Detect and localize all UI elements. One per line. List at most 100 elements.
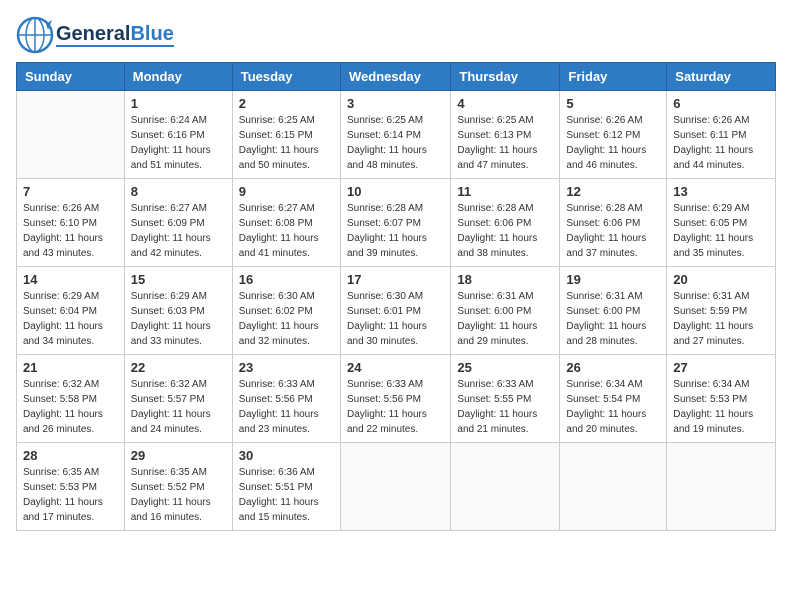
calendar-day-cell: 9 Sunrise: 6:27 AM Sunset: 6:08 PM Daylig… (232, 179, 340, 267)
logo-icon (16, 16, 54, 54)
day-info: Sunrise: 6:31 AM Sunset: 5:59 PM Dayligh… (673, 289, 769, 349)
calendar-day-cell: 2 Sunrise: 6:25 AM Sunset: 6:15 PM Daylig… (232, 91, 340, 179)
day-number: 13 (673, 184, 769, 199)
day-number: 6 (673, 96, 769, 111)
calendar-day-cell: 24 Sunrise: 6:33 AM Sunset: 5:56 PM Dayli… (340, 355, 450, 443)
calendar-day-cell (451, 443, 560, 531)
calendar-week-row: 14Sunrise: 6:29 AM Sunset: 6:04 PM Dayli… (17, 267, 776, 355)
day-number: 9 (239, 184, 334, 199)
day-number: 30 (239, 448, 334, 463)
day-info: Sunrise: 6:29 AM Sunset: 6:05 PM Dayligh… (673, 201, 769, 261)
day-info: Sunrise: 6:25 AM Sunset: 6:14 PM Dayligh… (347, 113, 444, 173)
calendar-day-cell (560, 443, 667, 531)
calendar-table: SundayMondayTuesdayWednesdayThursdayFrid… (16, 62, 776, 531)
day-number: 25 (457, 360, 553, 375)
day-number: 15 (131, 272, 226, 287)
weekday-header: Sunday (17, 63, 125, 91)
day-number: 28 (23, 448, 118, 463)
day-number: 10 (347, 184, 444, 199)
weekday-header: Saturday (667, 63, 776, 91)
calendar-week-row: 1 Sunrise: 6:24 AM Sunset: 6:16 PM Daylig… (17, 91, 776, 179)
calendar-day-cell: 19Sunrise: 6:31 AM Sunset: 6:00 PM Dayli… (560, 267, 667, 355)
day-number: 26 (566, 360, 660, 375)
calendar-day-cell: 25 Sunrise: 6:33 AM Sunset: 5:55 PM Dayli… (451, 355, 560, 443)
day-number: 12 (566, 184, 660, 199)
day-info: Sunrise: 6:25 AM Sunset: 6:13 PM Dayligh… (457, 113, 553, 173)
day-number: 5 (566, 96, 660, 111)
day-info: Sunrise: 6:26 AM Sunset: 6:11 PM Dayligh… (673, 113, 769, 173)
day-info: Sunrise: 6:25 AM Sunset: 6:15 PM Dayligh… (239, 113, 334, 173)
calendar-day-cell: 3 Sunrise: 6:25 AM Sunset: 6:14 PM Daylig… (340, 91, 450, 179)
day-number: 29 (131, 448, 226, 463)
calendar-day-cell: 21 Sunrise: 6:32 AM Sunset: 5:58 PM Dayli… (17, 355, 125, 443)
day-number: 8 (131, 184, 226, 199)
day-info: Sunrise: 6:29 AM Sunset: 6:03 PM Dayligh… (131, 289, 226, 349)
day-number: 16 (239, 272, 334, 287)
day-number: 1 (131, 96, 226, 111)
day-info: Sunrise: 6:28 AM Sunset: 6:07 PM Dayligh… (347, 201, 444, 261)
calendar-day-cell: 10 Sunrise: 6:28 AM Sunset: 6:07 PM Dayli… (340, 179, 450, 267)
day-number: 7 (23, 184, 118, 199)
day-number: 18 (457, 272, 553, 287)
day-info: Sunrise: 6:27 AM Sunset: 6:08 PM Dayligh… (239, 201, 334, 261)
day-info: Sunrise: 6:30 AM Sunset: 6:02 PM Dayligh… (239, 289, 334, 349)
calendar-day-cell: 13 Sunrise: 6:29 AM Sunset: 6:05 PM Dayli… (667, 179, 776, 267)
calendar-day-cell: 11 Sunrise: 6:28 AM Sunset: 6:06 PM Dayli… (451, 179, 560, 267)
calendar-day-cell: 23 Sunrise: 6:33 AM Sunset: 5:56 PM Dayli… (232, 355, 340, 443)
day-number: 21 (23, 360, 118, 375)
day-number: 23 (239, 360, 334, 375)
calendar-week-row: 7 Sunrise: 6:26 AM Sunset: 6:10 PM Daylig… (17, 179, 776, 267)
day-info: Sunrise: 6:35 AM Sunset: 5:53 PM Dayligh… (23, 465, 118, 525)
calendar-day-cell: 28 Sunrise: 6:35 AM Sunset: 5:53 PM Dayli… (17, 443, 125, 531)
day-info: Sunrise: 6:32 AM Sunset: 5:57 PM Dayligh… (131, 377, 226, 437)
calendar-week-row: 21 Sunrise: 6:32 AM Sunset: 5:58 PM Dayli… (17, 355, 776, 443)
day-info: Sunrise: 6:28 AM Sunset: 6:06 PM Dayligh… (457, 201, 553, 261)
day-number: 27 (673, 360, 769, 375)
day-number: 24 (347, 360, 444, 375)
logo-text: GeneralBlue (56, 23, 174, 45)
day-info: Sunrise: 6:33 AM Sunset: 5:55 PM Dayligh… (457, 377, 553, 437)
calendar-day-cell (340, 443, 450, 531)
day-info: Sunrise: 6:29 AM Sunset: 6:04 PM Dayligh… (23, 289, 118, 349)
calendar-day-cell: 8 Sunrise: 6:27 AM Sunset: 6:09 PM Daylig… (124, 179, 232, 267)
calendar-week-row: 28 Sunrise: 6:35 AM Sunset: 5:53 PM Dayli… (17, 443, 776, 531)
day-info: Sunrise: 6:27 AM Sunset: 6:09 PM Dayligh… (131, 201, 226, 261)
calendar-day-cell (667, 443, 776, 531)
day-info: Sunrise: 6:34 AM Sunset: 5:54 PM Dayligh… (566, 377, 660, 437)
calendar-day-cell: 1 Sunrise: 6:24 AM Sunset: 6:16 PM Daylig… (124, 91, 232, 179)
day-info: Sunrise: 6:31 AM Sunset: 6:00 PM Dayligh… (566, 289, 660, 349)
day-info: Sunrise: 6:32 AM Sunset: 5:58 PM Dayligh… (23, 377, 118, 437)
calendar-day-cell: 20 Sunrise: 6:31 AM Sunset: 5:59 PM Dayli… (667, 267, 776, 355)
day-info: Sunrise: 6:30 AM Sunset: 6:01 PM Dayligh… (347, 289, 444, 349)
weekday-header: Wednesday (340, 63, 450, 91)
calendar-day-cell: 16 Sunrise: 6:30 AM Sunset: 6:02 PM Dayli… (232, 267, 340, 355)
day-info: Sunrise: 6:26 AM Sunset: 6:10 PM Dayligh… (23, 201, 118, 261)
calendar-day-cell: 30 Sunrise: 6:36 AM Sunset: 5:51 PM Dayli… (232, 443, 340, 531)
day-number: 3 (347, 96, 444, 111)
calendar-day-cell: 7 Sunrise: 6:26 AM Sunset: 6:10 PM Daylig… (17, 179, 125, 267)
calendar-day-cell: 17Sunrise: 6:30 AM Sunset: 6:01 PM Dayli… (340, 267, 450, 355)
calendar-day-cell: 18 Sunrise: 6:31 AM Sunset: 6:00 PM Dayli… (451, 267, 560, 355)
calendar-day-cell: 12Sunrise: 6:28 AM Sunset: 6:06 PM Dayli… (560, 179, 667, 267)
day-info: Sunrise: 6:36 AM Sunset: 5:51 PM Dayligh… (239, 465, 334, 525)
calendar-day-cell: 27 Sunrise: 6:34 AM Sunset: 5:53 PM Dayli… (667, 355, 776, 443)
day-info: Sunrise: 6:34 AM Sunset: 5:53 PM Dayligh… (673, 377, 769, 437)
day-number: 2 (239, 96, 334, 111)
day-number: 22 (131, 360, 226, 375)
day-number: 11 (457, 184, 553, 199)
day-info: Sunrise: 6:33 AM Sunset: 5:56 PM Dayligh… (239, 377, 334, 437)
weekday-header: Tuesday (232, 63, 340, 91)
day-info: Sunrise: 6:33 AM Sunset: 5:56 PM Dayligh… (347, 377, 444, 437)
weekday-header: Friday (560, 63, 667, 91)
calendar-day-cell: 22 Sunrise: 6:32 AM Sunset: 5:57 PM Dayli… (124, 355, 232, 443)
calendar-day-cell: 29 Sunrise: 6:35 AM Sunset: 5:52 PM Dayli… (124, 443, 232, 531)
day-info: Sunrise: 6:24 AM Sunset: 6:16 PM Dayligh… (131, 113, 226, 173)
day-info: Sunrise: 6:26 AM Sunset: 6:12 PM Dayligh… (566, 113, 660, 173)
day-number: 20 (673, 272, 769, 287)
calendar-header-row: SundayMondayTuesdayWednesdayThursdayFrid… (17, 63, 776, 91)
day-info: Sunrise: 6:31 AM Sunset: 6:00 PM Dayligh… (457, 289, 553, 349)
calendar-day-cell: 15 Sunrise: 6:29 AM Sunset: 6:03 PM Dayli… (124, 267, 232, 355)
day-info: Sunrise: 6:35 AM Sunset: 5:52 PM Dayligh… (131, 465, 226, 525)
calendar-day-cell (17, 91, 125, 179)
calendar-day-cell: 14Sunrise: 6:29 AM Sunset: 6:04 PM Dayli… (17, 267, 125, 355)
